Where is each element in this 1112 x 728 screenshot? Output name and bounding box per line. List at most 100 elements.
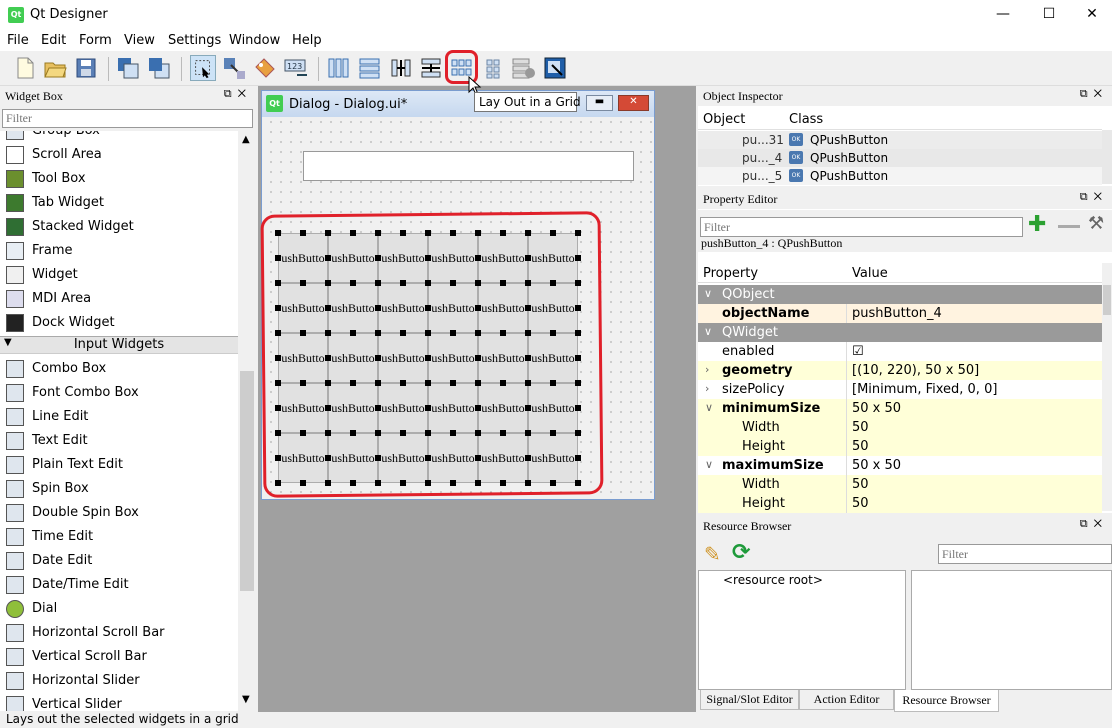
widget-item-vertical-slider[interactable]: Vertical Slider xyxy=(0,693,238,711)
adjust-size-icon[interactable] xyxy=(542,55,568,81)
layout-horizontal-splitter-icon[interactable] xyxy=(388,55,414,81)
add-property-icon[interactable]: ✚ xyxy=(1028,214,1046,236)
property-value[interactable]: 50 xyxy=(852,420,869,435)
property-row-maximumsize[interactable]: ∨ maximumSize 50 x 50 xyxy=(698,456,1102,475)
reload-icon[interactable]: ⟳ xyxy=(732,540,750,565)
widget-item-horizontal-slider[interactable]: Horizontal Slider xyxy=(0,669,238,693)
widget-item-tool-box[interactable]: Tool Box xyxy=(0,167,238,191)
edit-widgets-icon[interactable] xyxy=(190,55,216,81)
resource-filter-input[interactable] xyxy=(938,544,1112,564)
col-property[interactable]: Property xyxy=(703,266,758,281)
widget-list-scrollbar[interactable]: ▲ ▼ xyxy=(239,131,255,711)
property-value[interactable]: 50 xyxy=(852,496,869,511)
widget-item-widget[interactable]: Widget xyxy=(0,263,238,287)
property-row-enabled[interactable]: enabled ☑ xyxy=(698,342,1102,361)
property-value[interactable]: [Minimum, Fixed, 0, 0] xyxy=(852,382,997,397)
line-edit-widget[interactable] xyxy=(303,151,634,181)
property-value[interactable]: 50 xyxy=(852,477,869,492)
col-class[interactable]: Class xyxy=(789,112,823,127)
widget-item-vertical-scroll-bar[interactable]: Vertical Scroll Bar xyxy=(0,645,238,669)
expand-icon[interactable]: › xyxy=(705,382,709,395)
widget-item-text-edit[interactable]: Text Edit xyxy=(0,429,238,453)
break-layout-icon[interactable] xyxy=(511,55,537,81)
col-object[interactable]: Object xyxy=(703,112,745,127)
property-group-qwidget[interactable]: ∨ QWidget xyxy=(698,323,1102,342)
layout-vertically-icon[interactable] xyxy=(357,55,383,81)
widget-box-filter-input[interactable] xyxy=(2,109,253,128)
widget-item-date-time-edit[interactable]: Date/Time Edit xyxy=(0,573,238,597)
col-value[interactable]: Value xyxy=(852,266,888,281)
close-button[interactable]: ✕ xyxy=(1072,0,1112,30)
menu-window[interactable]: Window xyxy=(229,33,280,48)
property-value[interactable]: 50 xyxy=(852,439,869,454)
widget-item-plain-text-edit[interactable]: Plain Text Edit xyxy=(0,453,238,477)
widget-item-dock-widget[interactable]: Dock Widget xyxy=(0,311,238,335)
widget-item-tab-widget[interactable]: Tab Widget xyxy=(0,191,238,215)
widget-item-combo-box[interactable]: Combo Box xyxy=(0,357,238,381)
object-row[interactable]: pu..._4 OK QPushButton xyxy=(698,149,1102,167)
widget-item-double-spin-box[interactable]: Double Spin Box xyxy=(0,501,238,525)
property-value[interactable]: 50 x 50 xyxy=(852,458,901,473)
widget-item-spin-box[interactable]: Spin Box xyxy=(0,477,238,501)
widget-item-horizontal-scroll-bar[interactable]: Horizontal Scroll Bar xyxy=(0,621,238,645)
widget-item-stacked-widget[interactable]: Stacked Widget xyxy=(0,215,238,239)
property-value[interactable]: 50 x 50 xyxy=(852,401,901,416)
layout-horizontally-icon[interactable] xyxy=(326,55,352,81)
property-group-qobject[interactable]: ∨ QObject xyxy=(698,285,1102,304)
expand-icon[interactable]: › xyxy=(705,363,709,376)
widget-item-line-edit[interactable]: Line Edit xyxy=(0,405,238,429)
property-row-minimumsize[interactable]: ∨ minimumSize 50 x 50 xyxy=(698,399,1102,418)
dock-float-close-icons[interactable]: ⧉✕ xyxy=(1080,88,1108,101)
maximize-button[interactable]: ☐ xyxy=(1026,0,1072,30)
send-to-back-icon[interactable] xyxy=(115,55,141,81)
menu-help[interactable]: Help xyxy=(292,33,322,48)
configure-icon[interactable]: ⚒ xyxy=(1088,213,1104,234)
widget-item-frame[interactable]: Frame xyxy=(0,239,238,263)
save-form-icon[interactable] xyxy=(73,55,99,81)
property-value[interactable]: [(10, 220), 50 x 50] xyxy=(852,363,979,378)
category-input-widgets[interactable]: ▼ Input Widgets xyxy=(0,336,238,354)
object-row[interactable]: pu...31 OK QPushButton xyxy=(698,131,1102,149)
layout-vertical-splitter-icon[interactable] xyxy=(418,55,444,81)
widget-item-scroll-area[interactable]: Scroll Area xyxy=(0,143,238,167)
property-scrollbar[interactable] xyxy=(1102,263,1112,511)
property-row-sizepolicy[interactable]: › sizePolicy [Minimum, Fixed, 0, 0] xyxy=(698,380,1102,399)
tab-action-editor[interactable]: Action Editor xyxy=(799,690,894,710)
edit-resources-icon[interactable]: ✎ xyxy=(704,542,721,566)
property-row-width[interactable]: Width 50 xyxy=(698,475,1102,494)
edit-buddies-icon[interactable] xyxy=(252,55,278,81)
expand-icon[interactable]: ∨ xyxy=(705,401,713,414)
widget-item-date-edit[interactable]: Date Edit xyxy=(0,549,238,573)
property-filter-input[interactable] xyxy=(700,217,1023,237)
dock-float-close-icons[interactable]: ⧉✕ xyxy=(224,88,252,101)
menu-form[interactable]: Form xyxy=(79,33,112,48)
widget-item-font-combo-box[interactable]: Font Combo Box xyxy=(0,381,238,405)
dialog-close-button[interactable]: ✕ xyxy=(618,95,649,111)
resource-tree[interactable]: <resource root> xyxy=(698,570,906,690)
new-form-icon[interactable] xyxy=(12,55,38,81)
menu-view[interactable]: View xyxy=(124,33,155,48)
widget-item-time-edit[interactable]: Time Edit xyxy=(0,525,238,549)
menu-settings[interactable]: Settings xyxy=(168,33,221,48)
dialog-minimize-button[interactable]: ▬ xyxy=(586,95,613,111)
layout-form-icon[interactable] xyxy=(481,55,507,81)
property-value[interactable]: ☑ xyxy=(852,344,864,359)
property-value[interactable]: pushButton_4 xyxy=(852,306,942,321)
tab-signal-slot-editor[interactable]: Signal/Slot Editor xyxy=(700,690,799,710)
resource-view[interactable] xyxy=(911,570,1112,690)
object-row[interactable]: pu..._5 OK QPushButton xyxy=(698,167,1102,185)
dock-float-close-icons[interactable]: ⧉✕ xyxy=(1080,518,1108,531)
bring-to-front-icon[interactable] xyxy=(146,55,172,81)
widget-item-dial[interactable]: Dial xyxy=(0,597,238,621)
remove-property-icon[interactable] xyxy=(1058,225,1080,228)
widget-item-mdi-area[interactable]: MDI Area xyxy=(0,287,238,311)
property-row-width[interactable]: Width 50 xyxy=(698,418,1102,437)
menu-file[interactable]: File xyxy=(7,33,29,48)
edit-tab-order-icon[interactable]: 123 xyxy=(283,55,309,81)
edit-signals-slots-icon[interactable] xyxy=(221,55,247,81)
tab-resource-browser[interactable]: Resource Browser xyxy=(894,690,999,712)
property-row-height[interactable]: Height 50 xyxy=(698,437,1102,456)
menu-edit[interactable]: Edit xyxy=(41,33,66,48)
expand-icon[interactable]: ∨ xyxy=(705,458,713,471)
resource-root-item[interactable]: <resource root> xyxy=(723,573,823,587)
